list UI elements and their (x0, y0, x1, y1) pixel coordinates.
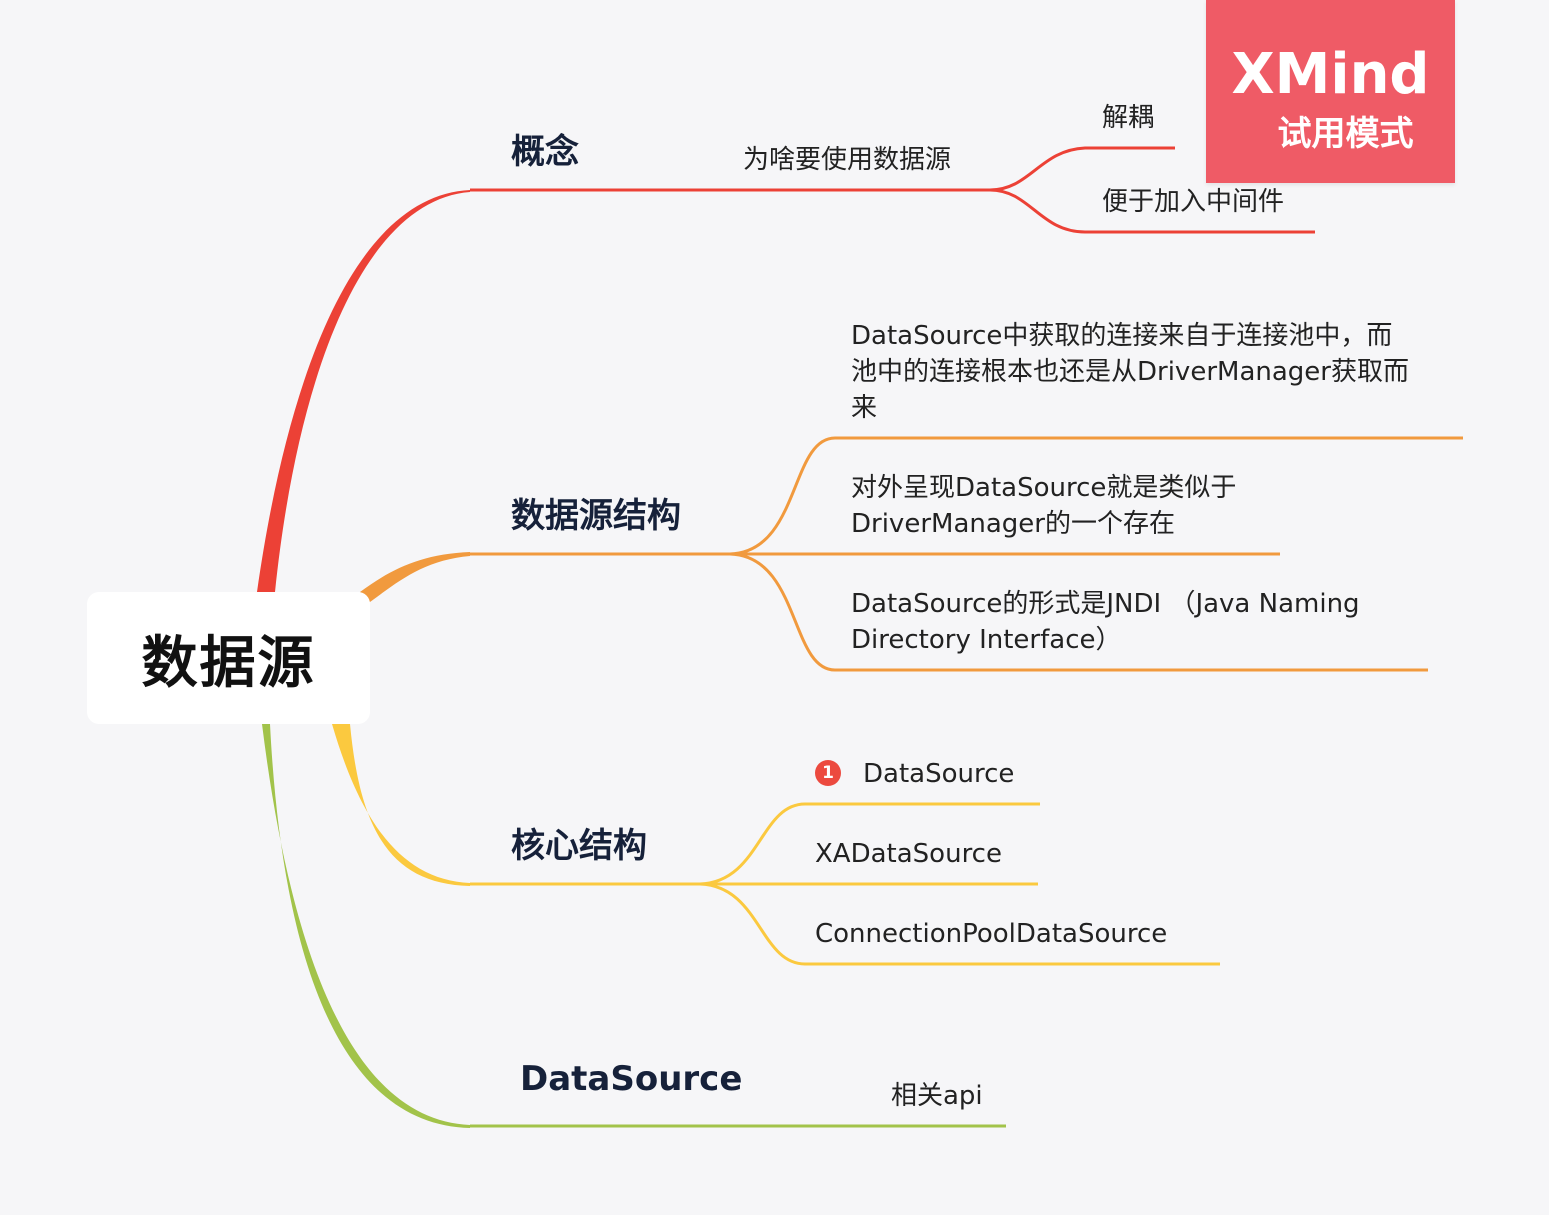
text-line: 对外呈现DataSource就是类似于 (851, 473, 1237, 503)
text-line: 池中的连接根本也还是从DriverManager获取而 (851, 357, 1409, 387)
branch-connector-concept (257, 190, 470, 592)
central-topic[interactable]: 数据源 (87, 592, 370, 724)
branch-connector-structure (360, 552, 470, 602)
watermark-mode: 试用模式 (1277, 114, 1414, 154)
topic-datasource[interactable]: DataSource (520, 1059, 742, 1099)
subtopic-decoupling[interactable]: 解耦 (1102, 100, 1154, 136)
central-topic-label: 数据源 (141, 630, 316, 696)
branch-connector-datasource (262, 724, 470, 1128)
subtopic-connectionpooldatasource[interactable]: ConnectionPoolDataSource (815, 916, 1167, 952)
subtopic-connection-pool-source[interactable]: DataSource中获取的连接来自于连接池中，而 池中的连接根本也还是从Dri… (851, 318, 1409, 426)
topic-core-structure[interactable]: 核心结构 (511, 818, 647, 867)
subtopic-related-api[interactable]: 相关api (891, 1078, 983, 1114)
watermark-brand: XMind (1231, 42, 1430, 107)
branch-connector-core (332, 724, 470, 886)
xmind-trial-watermark: XMind 试用模式 (1206, 0, 1455, 183)
subtopic-middleware[interactable]: 便于加入中间件 (1102, 184, 1284, 220)
topic-structure[interactable]: 数据源结构 (511, 488, 681, 537)
topic-concept[interactable]: 概念 (511, 124, 579, 173)
subtopic-why-use-datasource[interactable]: 为啥要使用数据源 (743, 142, 951, 178)
priority-1-icon: 1 (815, 760, 841, 786)
subtopic-datasource[interactable]: DataSource (863, 756, 1014, 792)
subtopic-jndi-form[interactable]: DataSource的形式是JNDI （Java Naming Director… (851, 586, 1360, 658)
text-line: Directory Interface） (851, 625, 1122, 655)
subtopic-like-drivermanager[interactable]: 对外呈现DataSource就是类似于 DriverManager的一个存在 (851, 470, 1236, 542)
text-line: 来 (851, 393, 878, 423)
subtopic-xadatasource[interactable]: XADataSource (815, 836, 1002, 872)
text-line: DriverManager的一个存在 (851, 509, 1175, 539)
text-line: DataSource中获取的连接来自于连接池中，而 (851, 321, 1393, 351)
text-line: DataSource的形式是JNDI （Java Naming (851, 589, 1360, 619)
